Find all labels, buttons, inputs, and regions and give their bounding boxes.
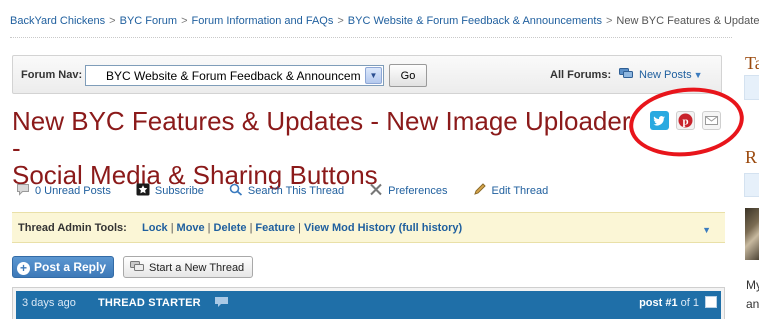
post-reply-label: Post a Reply	[34, 259, 107, 274]
sidebar-text: My	[746, 278, 759, 292]
thread-actions: 0 Unread Posts Subscribe Search This Thr…	[16, 183, 570, 197]
thread-starter-label: THREAD STARTER	[98, 297, 201, 309]
breadcrumb: BackYard Chickens > BYC Forum > Forum Inform…	[10, 15, 759, 27]
post-number-label: post #1	[639, 297, 678, 309]
post-timestamp: 3 days ago	[22, 297, 76, 309]
post-number[interactable]: post #1 of 1	[639, 297, 699, 309]
star-icon	[136, 183, 150, 196]
pencil-icon	[473, 183, 486, 195]
breadcrumb-link-feedback[interactable]: BYC Website & Forum Feedback & Announcem…	[348, 15, 602, 27]
admin-lock-link[interactable]: Lock	[142, 222, 168, 234]
plus-icon: +	[17, 261, 30, 275]
breadcrumb-link-forum-info[interactable]: Forum Information and FAQs	[192, 15, 334, 27]
chevron-down-icon[interactable]: ▼	[702, 225, 711, 235]
search-icon	[229, 183, 242, 196]
unread-posts-label: 0 Unread Posts	[35, 185, 111, 197]
chevron-down-icon[interactable]: ▼	[694, 70, 703, 80]
new-posts-label: New Posts	[639, 69, 692, 81]
new-thread-button[interactable]: Start a New Thread	[123, 256, 253, 278]
admin-feature-link[interactable]: Feature	[255, 222, 295, 234]
preferences-link[interactable]: Preferences	[369, 183, 447, 197]
new-thread-label: Start a New Thread	[149, 261, 245, 274]
admin-delete-link[interactable]: Delete	[214, 222, 247, 234]
breadcrumb-current: New BYC Features & Updates - N	[616, 15, 759, 27]
edit-thread-link[interactable]: Edit Thread	[473, 183, 549, 197]
thread-title-line: New BYC Features & Updates - New Image U…	[12, 106, 631, 163]
post-select-checkbox[interactable]	[705, 296, 717, 308]
post-container: 3 days ago THREAD STARTER post #1 of 1	[12, 287, 725, 319]
forum-nav-bar: Forum Nav: BYC Website & Forum Feedback …	[12, 55, 722, 94]
breadcrumb-separator: >	[337, 15, 344, 27]
tools-icon	[370, 183, 382, 196]
admin-full-history-link[interactable]: (full history)	[399, 222, 463, 234]
post-header-bar: 3 days ago THREAD STARTER post #1 of 1	[16, 291, 721, 319]
admin-tools-links: Lock | Move | Delete | Feature | View Mod Histor…	[142, 222, 462, 234]
sidebar-thumbnail[interactable]	[745, 208, 759, 260]
sidebar-heading: R	[745, 147, 758, 167]
new-posts-icon	[619, 68, 633, 78]
breadcrumb-separator: >	[605, 15, 613, 27]
chevron-down-icon[interactable]: ▼	[365, 67, 382, 84]
thread-title: New BYC Features & Updates - New Image U…	[12, 108, 642, 189]
speech-bubble-icon	[215, 297, 228, 307]
new-thread-icon	[130, 260, 144, 271]
sidebar-heading: Ta	[745, 53, 759, 73]
admin-tools-label: Thread Admin Tools:	[18, 222, 127, 234]
breadcrumb-link-home[interactable]: BackYard Chickens	[10, 15, 105, 27]
pipe-separator: |	[298, 222, 302, 234]
pipe-separator: |	[170, 222, 174, 234]
unread-posts-link[interactable]: 0 Unread Posts	[16, 183, 111, 197]
sidebar-box	[744, 173, 759, 197]
breadcrumb-link-forum[interactable]: BYC Forum	[120, 15, 177, 27]
search-thread-label: Search This Thread	[247, 185, 345, 197]
admin-mod-history-link[interactable]: View Mod History	[304, 222, 395, 234]
divider	[10, 37, 732, 38]
pipe-separator: |	[249, 222, 253, 234]
forum-nav-select[interactable]: BYC Website & Forum Feedback & Announcem…	[85, 65, 384, 86]
admin-move-link[interactable]: Move	[177, 222, 205, 234]
subscribe-label: Subscribe	[154, 185, 204, 197]
new-posts-link[interactable]: New Posts ▼	[619, 68, 703, 81]
comment-icon	[17, 184, 29, 196]
forum-nav-selected-value: BYC Website & Forum Feedback & Announcem	[106, 69, 361, 83]
post-of-label: of 1	[680, 297, 699, 309]
forum-nav-label: Forum Nav:	[21, 69, 83, 81]
sidebar-box	[744, 75, 759, 100]
post-reply-button[interactable]: + Post a Reply	[12, 256, 114, 278]
edit-thread-label: Edit Thread	[491, 185, 549, 197]
go-button[interactable]: Go	[389, 64, 427, 87]
preferences-label: Preferences	[388, 185, 448, 197]
breadcrumb-separator: >	[181, 15, 188, 27]
all-forums-label: All Forums:	[550, 69, 612, 81]
sidebar-text: an	[746, 297, 759, 311]
highlight-annotation-circle	[625, 82, 748, 162]
pipe-separator: |	[207, 222, 211, 234]
search-thread-link[interactable]: Search This Thread	[229, 183, 344, 197]
thread-admin-tools: Thread Admin Tools: Lock | Move | Delete | Fea…	[12, 212, 725, 243]
subscribe-link[interactable]: Subscribe	[136, 183, 204, 197]
breadcrumb-separator: >	[109, 15, 116, 27]
